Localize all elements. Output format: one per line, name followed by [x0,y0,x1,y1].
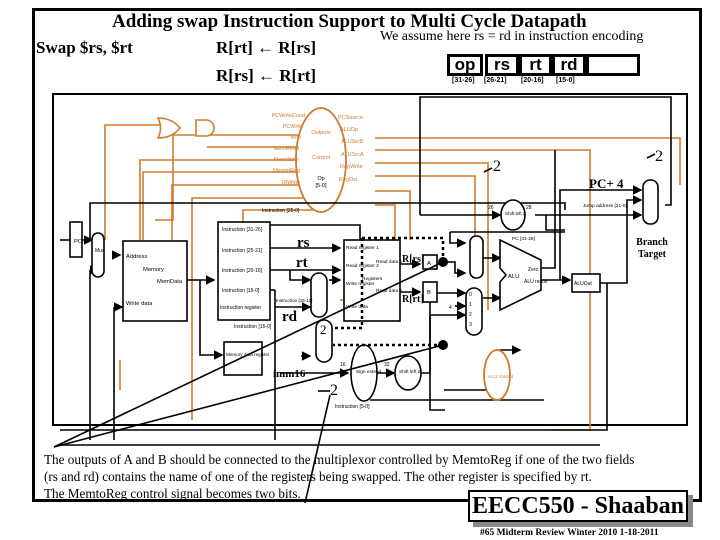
signal-pcsource: PCSource [338,115,363,121]
registers-title: Registers [362,276,383,282]
pc-plus-4-annotation: PC+ 4 [589,176,624,191]
signal-aluop: ALUOp [340,127,358,133]
alu-zero-label: Zero [528,267,539,273]
memtoreg-mux-2-annotation: 2 [320,322,327,337]
register-a-label: A [427,261,431,267]
memory-write-data-label: Write data [126,301,153,307]
pc-mux-label: Mux [95,248,105,254]
sign-extend-label: Sign extend [356,369,382,375]
ir-field-15-0: Instruction [15-0] [222,288,260,294]
r-rs-annotation: R[rs] [402,254,425,265]
aluout-label: ALUOut [574,281,592,287]
pc-31-28-label: PC [31-28] [512,236,535,242]
alu-label: ALU [508,274,519,280]
register-b-label: B [427,290,431,296]
signal-pcwrite: PCWrite [283,124,303,130]
control-label: Control [312,155,330,161]
signal-alusrca: ALUSrcA [341,152,364,158]
pcsource-mux [642,179,659,225]
note-line-2: (rs and rd) contains the name of one of … [44,469,592,484]
alusrcb-input-2: 2 [469,312,472,318]
and-gate [195,119,215,137]
alusrcb-input-1: 1 [469,302,472,308]
jump-address-label: Jump address [31-0] [583,203,627,209]
signal-alusrcb: ALUSrcB [341,139,364,145]
alu-unit [499,238,542,312]
control-op-bits: [5-0] [315,183,326,189]
bits-26-label: 26 [488,205,494,211]
control-op-label: Op [317,176,324,182]
course-brand: EECC550 - Shaaban [468,490,688,522]
signal-irwrite: IRWrite [282,180,300,186]
shift-left-2-label: Shift left 2 [399,369,421,375]
ir-field-20-16: Instruction [20-16] [222,268,263,274]
alusrca-mux [469,235,484,279]
signal-memread: MemRead [274,146,299,152]
memtoreg-width-2-annotation: 2 [493,158,501,175]
regdst-mux [310,272,328,318]
pcsource-width-2-annotation: 2 [655,148,663,165]
ir-field-25-21: Instruction [25-21] [222,248,263,254]
ir-field-31-26: Instruction [31-26] [222,227,263,233]
control-outputs-label: Outputs [311,130,331,136]
alu-result-label: ALU result [524,279,548,285]
instr-15-0-label: Instruction [15-0] [234,324,272,330]
rt-annotation: rt [296,255,308,271]
ir-label: Instruction register [220,305,261,311]
instr-25-0-label: Instruction [25-0] [262,208,300,214]
branch-target-annotation: Branch Target [636,237,668,260]
instr-15-11-label: Instruction [15-11] [276,298,312,303]
bits-28-label: 28 [526,205,532,211]
memory-memdata-label: MemData [157,279,183,285]
bits-16-label: 16 [340,362,346,368]
signal-regwrite: RegWrite [340,164,363,170]
alu-control-label: ALU control [488,374,513,380]
pc-label: PC [74,239,82,245]
memory-title: Memory [143,267,164,273]
alusrcb-input-3: 3 [469,322,472,328]
imm16-annotation: imm16 [273,368,306,380]
signal-regdst: RegDst [339,177,358,183]
reg-read-data-2: Read data 2 [376,288,402,294]
constant-4-label: 4 [449,305,452,311]
slide-footer: #65 Midterm Review Winter 2010 1-18-2011 [480,528,659,538]
jump-shift-label: Shift left 2 [505,211,526,216]
instr-5-0-label: Instruction [5-0] [335,404,370,410]
r-rt-annotation: R[rt] [402,294,424,305]
signal-iord: IorD [291,135,301,141]
signal-pcwritecond: PCWriteCond [271,113,305,119]
reg-read-data-1: Read data 1 [376,259,402,265]
alusrcb-input-0: 0 [469,292,472,298]
memory-data-register [223,341,263,376]
signal-memtoreg: MemtoReg [273,168,300,174]
bits-32-label: 32 [384,362,390,368]
note-line-1: The outputs of A and B should be connect… [44,452,635,467]
pc-mux [91,232,105,278]
memory-address-label: Address [126,254,147,260]
signal-memwrite: MemWrite [274,157,299,163]
rd-annotation: rd [282,309,297,325]
mux-width-2-annotation: 2 [330,382,338,399]
rs-annotation: rs [297,235,310,251]
